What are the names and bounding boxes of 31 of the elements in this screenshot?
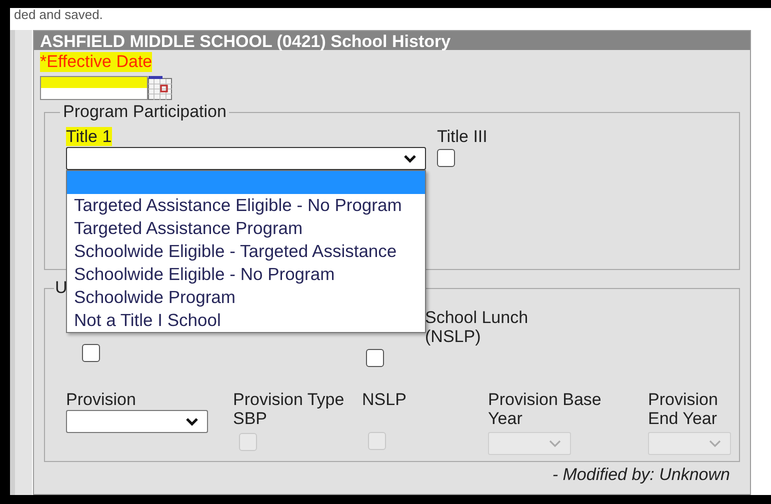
checkbox[interactable] [82,344,100,362]
checkbox[interactable] [366,349,384,367]
date-input-field[interactable] [40,76,148,100]
effective-date-label: *Effective Date [40,52,152,72]
dropdown-option[interactable]: Targeted Assistance Eligible - No Program [67,194,425,217]
dropdown-option[interactable]: Schoolwide Eligible - No Program [67,263,425,286]
group-legend: U [54,278,68,298]
field-label: Provision Type SBP [233,390,344,428]
dropdown-option[interactable]: Schoolwide Program [67,286,425,309]
dropdown-option[interactable]: Targeted Assistance Program [67,217,425,240]
provision-select[interactable] [66,410,208,433]
panel-header: ASHFIELD MIDDLE SCHOOL (0421) School History [34,31,750,50]
status-message: ded and saved. [13,8,104,24]
field-label: Provision End Year [648,390,718,428]
title-1-select[interactable] [66,147,426,170]
modified-by-text: - Modified by: Unknown [551,464,731,485]
nslp-label: School Lunch (NSLP) [424,308,528,346]
title-3-checkbox[interactable] [437,149,455,167]
dropdown-option[interactable]: Schoolwide Eligible - Targeted Assistance [67,240,425,263]
field-label: NSLP [362,390,406,411]
calendar-icon[interactable] [148,76,172,100]
title-3-label: Title III [437,127,488,146]
group-legend: Program Participation [60,102,230,122]
chevron-down-icon [185,416,199,426]
field-label: Provision Base Year [488,390,602,428]
chevron-down-icon [708,438,722,448]
title-1-label: Title 1 [66,127,112,146]
field-label: Provision [66,390,136,409]
dropdown-option[interactable]: Not a Title I School [67,309,425,332]
chevron-down-icon [403,154,417,164]
chevron-down-icon [548,438,562,448]
